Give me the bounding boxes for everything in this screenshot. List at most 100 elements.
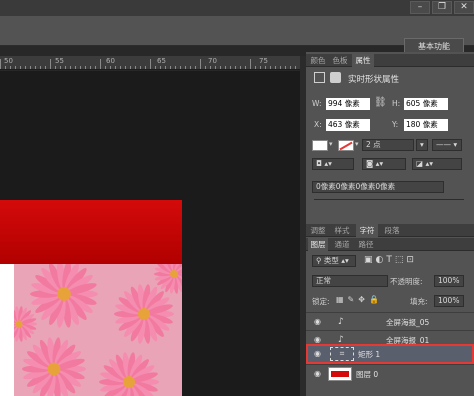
ruler-tick — [195, 66, 196, 69]
stroke-type-select[interactable]: —— ▾ — [432, 139, 462, 151]
ruler-tick — [75, 66, 76, 69]
ruler-label: 50 — [4, 57, 13, 65]
y-field[interactable]: 180 像素 — [404, 119, 448, 131]
ruler-tick — [160, 66, 161, 69]
ruler-tick — [90, 66, 91, 69]
restore-button[interactable]: ❐ — [432, 1, 452, 14]
x-label: X: — [314, 120, 322, 129]
flower-photo[interactable] — [14, 264, 182, 396]
ruler-tick — [60, 66, 61, 69]
height-field[interactable]: 605 像素 — [404, 98, 448, 110]
layer-name: 矩形 1 — [358, 350, 381, 359]
ruler-tick — [200, 59, 201, 69]
fill-dropdown-icon[interactable]: ▾ — [329, 140, 333, 148]
layer-row[interactable]: ◉ ♪ 全屏海报_05 — [306, 312, 474, 330]
lock-icons[interactable]: ▦✎✥🔒 — [336, 295, 383, 304]
adjustments-tab-row: 调整 样式 字符 段落 — [306, 224, 474, 237]
link-icon[interactable]: ⛓ — [374, 97, 387, 108]
close-icon: ✕ — [460, 2, 468, 12]
close-button[interactable]: ✕ — [454, 1, 474, 14]
layer-filter-select[interactable]: ⚲ 类型 ▴▾ — [312, 255, 356, 267]
ruler-tick — [250, 59, 251, 69]
tab-layers[interactable]: 图层 — [308, 238, 328, 251]
visibility-eye-icon[interactable]: ◉ — [314, 335, 324, 344]
ruler-tick — [55, 66, 56, 69]
tab-properties[interactable]: 属性 — [352, 54, 374, 67]
tab-character[interactable]: 字符 — [356, 224, 378, 237]
tab-paths[interactable]: 路径 — [356, 238, 376, 251]
fill-field[interactable]: 100% — [434, 295, 464, 307]
ruler-tick — [190, 66, 191, 69]
corner-radius-inputs[interactable] — [314, 199, 464, 209]
x-field[interactable]: 463 像素 — [326, 119, 370, 131]
red-banner-shape[interactable] — [0, 200, 182, 264]
smart-object-icon: ♪ — [338, 317, 344, 327]
ruler-tick — [95, 66, 96, 69]
stroke-caps-select[interactable]: ◙ ▴▾ — [362, 158, 406, 170]
tab-swatches[interactable]: 色板 — [330, 54, 350, 67]
tab-channels[interactable]: 通道 — [332, 238, 352, 251]
layer-row-selected[interactable]: ◉ ⌗ 矩形 1 — [306, 344, 474, 364]
ruler-tick — [30, 66, 31, 69]
filter-label: 类型 — [323, 256, 339, 265]
ruler-tick — [65, 66, 66, 69]
visibility-eye-icon[interactable]: ◉ — [314, 369, 324, 378]
ruler-tick — [45, 66, 46, 69]
stroke-width-field[interactable]: 2 点 — [362, 139, 414, 151]
ruler-label: 70 — [208, 57, 217, 65]
stroke-corners-select[interactable]: ◪ ▴▾ — [412, 158, 462, 170]
h-label: H: — [392, 99, 401, 108]
ruler-tick — [280, 66, 281, 69]
visibility-eye-icon[interactable]: ◉ — [314, 317, 324, 326]
filter-icons[interactable]: ▣◐T⬚⊡ — [364, 255, 417, 265]
layer-row[interactable]: ◉ 图层 0 — [306, 364, 474, 382]
lock-label: 锁定: — [312, 297, 330, 306]
ruler-tick — [85, 66, 86, 69]
window-title-bar: – ❐ ✕ — [0, 0, 474, 16]
ruler-tick — [110, 66, 111, 69]
ruler-tick — [205, 66, 206, 69]
tab-paragraph[interactable]: 段落 — [382, 224, 402, 237]
blend-mode-select[interactable]: 正常 — [312, 275, 388, 287]
white-margin — [0, 264, 14, 396]
stroke-align-select[interactable]: ◘ ▴▾ — [312, 158, 354, 170]
ruler-tick — [245, 66, 246, 69]
ruler-tick — [5, 66, 6, 69]
ruler-tick — [225, 66, 226, 69]
ruler-tick — [235, 66, 236, 69]
ruler-tick — [150, 59, 151, 69]
stroke-width-dropdown[interactable]: ▾ — [416, 139, 428, 151]
ruler-tick — [260, 66, 261, 69]
flower-image-icon — [14, 264, 182, 396]
stroke-swatch[interactable] — [338, 140, 354, 151]
tab-adjustments[interactable]: 调整 — [308, 224, 328, 237]
width-field[interactable]: 994 像素 — [326, 98, 370, 110]
ruler-tick — [210, 66, 211, 69]
layer-name: 全屏海报_05 — [386, 318, 430, 327]
ruler-tick — [120, 66, 121, 69]
tab-color[interactable]: 颜色 — [308, 54, 328, 67]
ruler-tick — [230, 66, 231, 69]
opacity-field[interactable]: 100% — [434, 275, 464, 287]
ruler-tick — [100, 59, 101, 69]
visibility-eye-icon[interactable]: ◉ — [314, 349, 324, 358]
ruler-tick — [0, 59, 1, 69]
shape-mask-icon[interactable] — [314, 72, 325, 83]
ruler-tick — [265, 66, 266, 69]
ruler-tick — [125, 66, 126, 69]
ruler-tick — [295, 66, 296, 69]
vector-mask-icon[interactable] — [330, 72, 341, 83]
fill-swatch[interactable] — [312, 140, 328, 151]
ruler-tick — [290, 66, 291, 69]
w-label: W: — [312, 99, 322, 108]
ruler-tick — [135, 66, 136, 69]
blend-mode-label: 正常 — [316, 276, 331, 285]
corner-radius-field[interactable]: 0像素0像素0像素0像素 — [312, 181, 444, 193]
tab-styles[interactable]: 样式 — [332, 224, 352, 237]
shape-thumbnail-icon: ⌗ — [330, 347, 354, 361]
ruler-label: 75 — [259, 57, 268, 65]
stroke-dropdown-icon[interactable]: ▾ — [355, 140, 359, 148]
ruler-tick — [130, 66, 131, 69]
ruler-tick — [240, 66, 241, 69]
minimize-button[interactable]: – — [410, 1, 430, 14]
